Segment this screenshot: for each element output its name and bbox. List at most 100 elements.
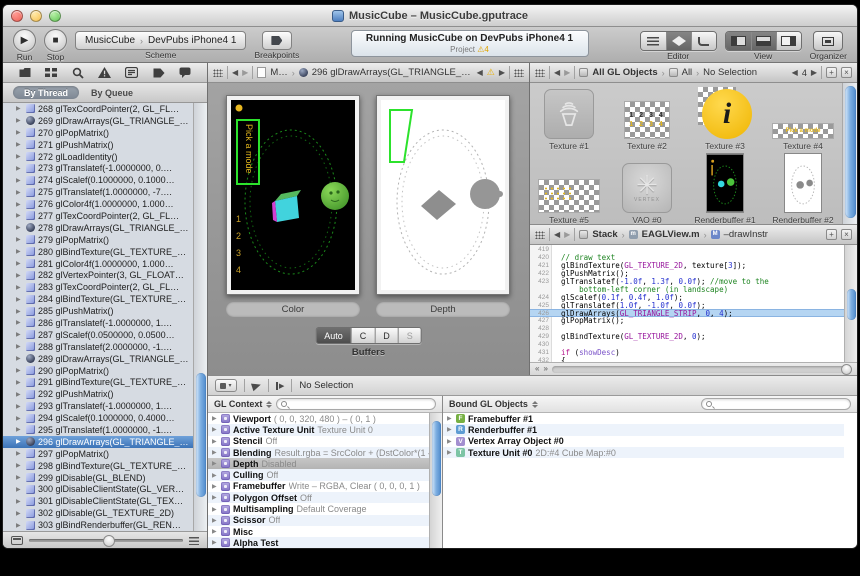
disclosure-icon[interactable]: ▶	[16, 343, 23, 350]
gl-call-row[interactable]: ▶297 glPopMatrix()	[3, 448, 193, 460]
gl-context-row[interactable]: ▶Active Texture UnitTexture Unit 0	[208, 424, 429, 435]
jump-file[interactable]: EAGLView.m	[642, 229, 700, 240]
code-scroll-thumb[interactable]	[847, 289, 856, 319]
next-issue-icon[interactable]: ▶	[499, 68, 505, 77]
disclosure-icon[interactable]: ▶	[16, 391, 23, 398]
gl-call-row[interactable]: ▶292 glPushMatrix()	[3, 388, 193, 400]
code-scrollbar[interactable]	[844, 245, 857, 362]
disclosure-icon[interactable]: ▶	[16, 450, 23, 457]
frame-slider-knob[interactable]	[103, 535, 115, 547]
titlebar[interactable]: MusicCube – MusicCube.gputrace	[3, 5, 857, 27]
gl-object-cell[interactable]: Pick a modeTexture #4	[764, 85, 842, 153]
gl-call-row[interactable]: ▶275 glTranslatef(1.0000000, -7.…	[3, 186, 193, 198]
gl-call-row[interactable]: ▶277 glTexCoordPointer(2, GL_FL…	[3, 210, 193, 222]
prev-item-icon[interactable]: ◀	[792, 68, 798, 77]
disclosure-icon[interactable]: ▶	[16, 510, 23, 517]
close-assistant-icon[interactable]: ×	[841, 229, 852, 240]
disclosure-icon[interactable]: ▶	[16, 486, 23, 493]
toggle-debug-area-button[interactable]	[751, 32, 776, 50]
disclosure-icon[interactable]: ▶	[16, 141, 23, 148]
gl-call-row[interactable]: ▶289 glDrawArrays(GL_TRIANGLE_…	[3, 353, 193, 365]
rb-black-thumbnail[interactable]	[706, 153, 744, 213]
disclosure-icon[interactable]: ▶	[16, 189, 23, 196]
gl-call-row[interactable]: ▶290 glPopMatrix()	[3, 365, 193, 377]
warning-count[interactable]: 4	[484, 45, 488, 54]
disclosure-icon[interactable]: ▶	[212, 517, 218, 524]
color-buffer-label[interactable]: Color	[226, 302, 360, 317]
jump-all-gl-objects[interactable]: All GL Objects	[592, 67, 657, 78]
location-icon[interactable]	[251, 380, 262, 390]
disclosure-icon[interactable]: ▶	[212, 415, 218, 422]
sidebar-scrollbar[interactable]	[193, 103, 207, 531]
gl-call-row[interactable]: ▶274 glScalef(0.1000000, 0.1000…	[3, 174, 193, 186]
gl-object-cell[interactable]: ✳VERTEXVAO #0	[608, 153, 686, 227]
gl-context-row[interactable]: ▶Misc	[208, 526, 429, 537]
disclosure-icon[interactable]: ▶	[16, 117, 23, 124]
related-items-icon[interactable]	[535, 69, 545, 77]
disclosure-icon[interactable]: ▶	[16, 224, 23, 231]
add-assistant-icon[interactable]: +	[826, 229, 837, 240]
disclosure-icon[interactable]: ▶	[212, 506, 218, 513]
disclosure-icon[interactable]: ▶	[16, 522, 23, 529]
gl-call-row[interactable]: ▶271 glPushMatrix()	[3, 139, 193, 151]
disclosure-icon[interactable]: ▶	[16, 474, 23, 481]
gl-call-row[interactable]: ▶288 glTranslatef(2.0000000, -1.…	[3, 341, 193, 353]
standard-editor-button[interactable]	[641, 32, 666, 50]
disclosure-icon[interactable]: ▶	[16, 355, 23, 362]
gl-context-row[interactable]: ▶CullingOff	[208, 469, 429, 480]
related-items-icon[interactable]	[535, 231, 545, 239]
gl-call-row[interactable]: ▶287 glScalef(0.0500000, 0.0500…	[3, 329, 193, 341]
scheme-selector[interactable]: MusicCube › DevPubs iPhone4 1	[75, 31, 246, 50]
buffers-auto-button[interactable]: Auto	[316, 328, 351, 343]
organizer-button[interactable]	[813, 31, 843, 51]
gl-context-row[interactable]: ▶Polygon OffsetOff	[208, 492, 429, 503]
disclosure-icon[interactable]: ▶	[447, 438, 453, 445]
gl-call-row[interactable]: ▶293 glTranslatef(-1.0000000, 1.…	[3, 400, 193, 412]
disclosure-icon[interactable]: ▶	[212, 483, 218, 490]
back-icon[interactable]: ◀	[554, 68, 560, 77]
disclosure-icon[interactable]: ▶	[212, 449, 218, 456]
disclosure-icon[interactable]: ▶	[16, 201, 23, 208]
disclosure-icon[interactable]: ▶	[212, 426, 218, 433]
back-icon[interactable]: ◀	[554, 230, 560, 239]
disclosure-icon[interactable]: ▶	[16, 212, 23, 219]
next-item-icon[interactable]: ▶	[811, 68, 817, 77]
disclosure-icon[interactable]: ▶	[16, 308, 23, 315]
disclosure-icon[interactable]: ▶	[16, 272, 23, 279]
gl-context-row[interactable]: ▶DepthDisabled	[208, 458, 429, 469]
sort-icon[interactable]	[532, 401, 538, 408]
disclosure-icon[interactable]: ▶	[16, 105, 23, 112]
gl-call-row[interactable]: ▶268 glTexCoordPointer(2, GL_FL…	[3, 103, 193, 115]
gl-call-row[interactable]: ▶273 glTranslatef(-1.0000000, 0.…	[3, 162, 193, 174]
jump-method[interactable]: –drawInstr	[724, 229, 768, 240]
gl-context-row[interactable]: ▶MultisamplingDefault Coverage	[208, 503, 429, 514]
add-assistant-icon[interactable]: +	[826, 67, 837, 78]
gl-context-search[interactable]	[276, 398, 436, 410]
search-navigator-icon[interactable]	[72, 67, 84, 79]
gl-call-row[interactable]: ▶272 glLoadIdentity()	[3, 151, 193, 163]
disclosure-icon[interactable]: ▶	[16, 331, 23, 338]
code-line[interactable]: 429 glBindTexture(GL_TEXTURE_2D, 0);	[530, 333, 844, 341]
gl-context-title[interactable]: GL Context	[214, 399, 262, 409]
disclosure-icon[interactable]: ▶	[16, 177, 23, 184]
sidebar-scroll-thumb[interactable]	[196, 373, 206, 497]
code-h-slider-knob[interactable]	[841, 364, 852, 375]
code-h-slider[interactable]	[552, 366, 852, 373]
gl-call-row[interactable]: ▶286 glTranslatef(-1.0000000, 1.…	[3, 317, 193, 329]
gl-call-row[interactable]: ▶280 glBindTexture(GL_TEXTURE_…	[3, 246, 193, 258]
vao-thumbnail[interactable]: ✳VERTEX	[622, 163, 672, 213]
gl-call-row[interactable]: ▶276 glColor4f(1.0000000, 1.000…	[3, 198, 193, 210]
run-button[interactable]: ▶	[13, 29, 36, 52]
gl-object-cell[interactable]: Renderbuffer #1	[686, 153, 764, 227]
gl-call-row[interactable]: ▶279 glPopMatrix()	[3, 234, 193, 246]
color-buffer-preview[interactable]: Pick a mode 1 2 3 4	[226, 95, 360, 295]
texture-grid-scrollbar[interactable]	[842, 83, 857, 224]
bound-object-row[interactable]: ▶RRenderbuffer #1	[443, 424, 844, 435]
list-options-icon[interactable]	[189, 537, 199, 545]
gl-object-cell[interactable]: 1 2 3 41 2 3 4Texture #2	[608, 85, 686, 153]
disclosure-icon[interactable]: ▶	[16, 236, 23, 243]
stop-button[interactable]: ■	[44, 29, 67, 52]
gl-call-row[interactable]: ▶270 glPopMatrix()	[3, 127, 193, 139]
disclosure-icon[interactable]: ▶	[16, 379, 23, 386]
gl-call-row[interactable]: ▶283 glTexCoordPointer(2, GL_FL…	[3, 281, 193, 293]
